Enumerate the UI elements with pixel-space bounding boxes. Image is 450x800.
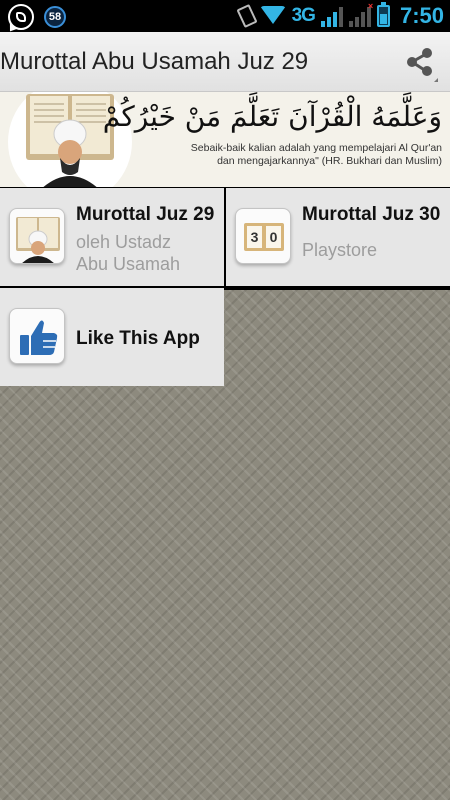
arabic-verse: وَعَلَّمَهُ الْقُرْآنَ تَعَلَّمَ مَنْ خَ… [102, 100, 442, 133]
app-title: Murottal Abu Usamah Juz 29 [0, 48, 309, 75]
signal-icon [320, 5, 343, 27]
menu-grid: Murottal Juz 29 oleh Ustadz Abu Usamah 3… [0, 188, 450, 386]
tile-murottal-juz-30[interactable]: 3 0 Murottal Juz 30 Playstore [226, 188, 450, 286]
tile-subtitle-line-1: Playstore [302, 240, 378, 260]
share-button[interactable] [400, 38, 442, 86]
tile-subtitle-line-1: oleh Ustadz [76, 232, 172, 252]
hadith-translation: Sebaik-baik kalian adalah yang mempelaja… [140, 142, 442, 168]
whatsapp-icon [8, 4, 34, 30]
tile-title: Murottal Juz 29 [76, 204, 215, 225]
signal-no-sim-icon: × [348, 1, 373, 27]
status-clock: 7:50 [399, 3, 444, 28]
vibrate-icon [236, 3, 258, 29]
translation-line-1: Sebaik-baik kalian adalah yang mempelaja… [190, 142, 442, 154]
tile-title: Murottal Juz 30 [302, 204, 441, 225]
battery-charging-icon [376, 2, 390, 27]
tile-murottal-juz-29[interactable]: Murottal Juz 29 oleh Ustadz Abu Usamah [0, 188, 224, 286]
tile-subtitle-line-2: Abu Usamah [76, 254, 181, 274]
thumbs-up-icon [9, 308, 65, 364]
juz-30-icon: 3 0 [235, 208, 291, 264]
juz-digit-0: 0 [266, 226, 281, 248]
tile-like-this-app[interactable]: Like This App [0, 288, 224, 386]
network-type: 3G [291, 5, 316, 26]
quran-reciter-icon [9, 208, 65, 264]
header-banner: وَعَلَّمَهُ الْقُرْآنَ تَعَلَّمَ مَنْ خَ… [0, 92, 450, 187]
share-icon [407, 48, 438, 82]
tile-title: Like This App [76, 328, 200, 349]
translation-line-2: dan mengajarkannya" (HR. Bukhari dan Mus… [217, 155, 442, 167]
status-bar: 58 3G × 7:50 [0, 0, 450, 32]
wifi-icon [259, 6, 286, 26]
juz-digit-3: 3 [247, 226, 262, 248]
notification-count-badge: 58 [44, 6, 66, 28]
action-bar: Murottal Abu Usamah Juz 29 [0, 32, 450, 92]
